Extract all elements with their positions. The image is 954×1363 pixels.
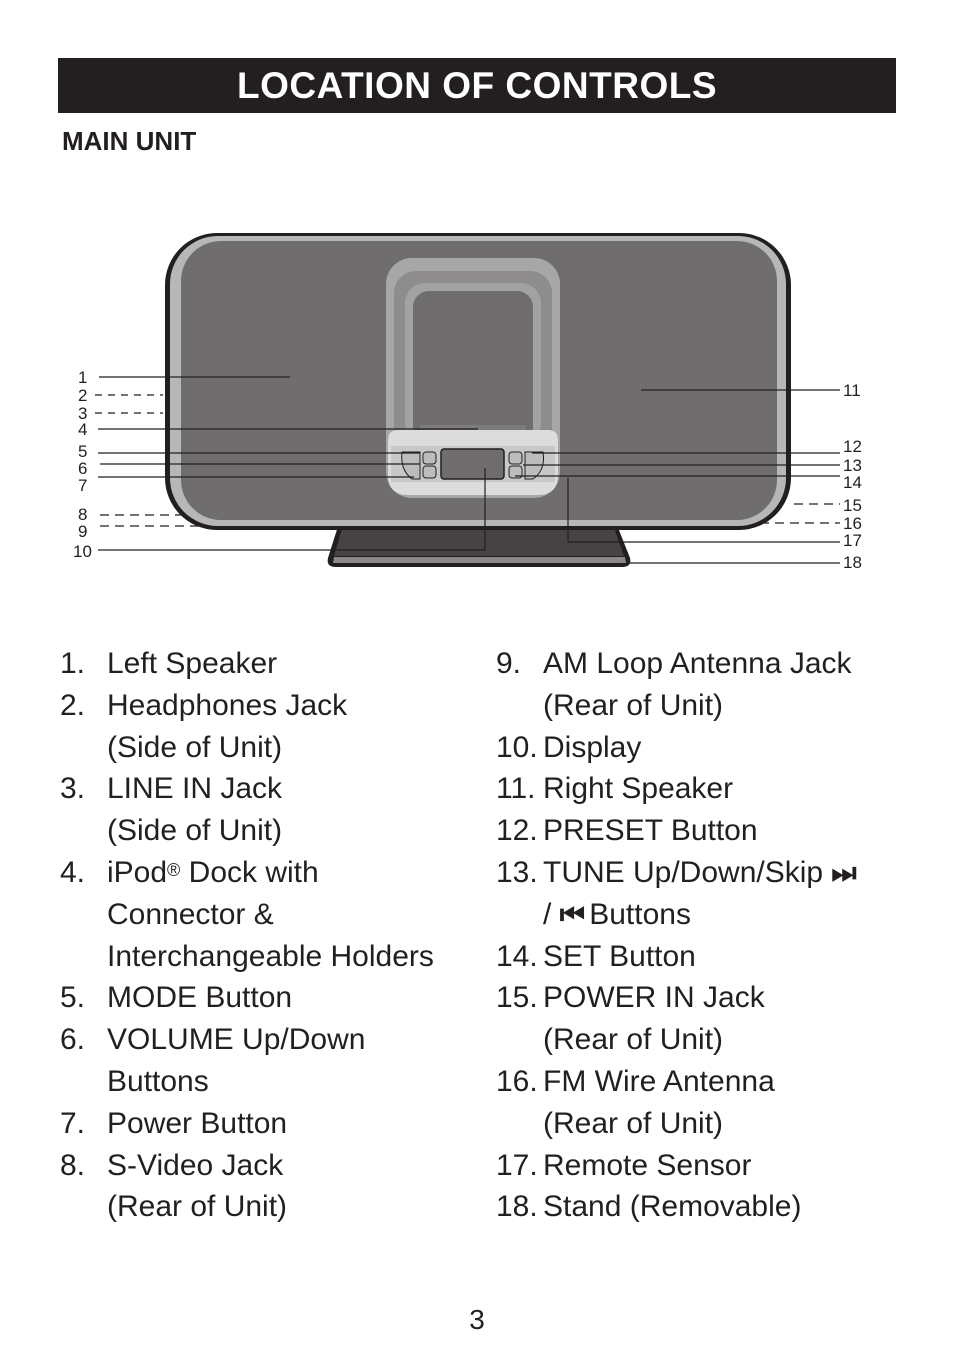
- list-item: 3. LINE IN Jack (Side of Unit): [60, 768, 480, 852]
- callout-9: 9: [78, 522, 87, 541]
- item-sublabel: (Rear of Unit): [543, 1106, 724, 1140]
- section-heading: MAIN UNIT: [62, 126, 197, 156]
- item-number: 6.: [60, 1023, 86, 1057]
- skip-next-icon: ⏭: [831, 856, 856, 888]
- list-item: 7. Power Button: [60, 1103, 480, 1145]
- callout-12: 12: [843, 437, 862, 456]
- item-label: PRESET Button: [543, 814, 758, 848]
- item-number: 2.: [60, 688, 86, 722]
- item-label: Power Button: [107, 1106, 288, 1140]
- list-item: 16. FM Wire Antenna (Rear of Unit): [496, 1061, 916, 1145]
- item-sublabel: (Rear of Unit): [543, 1023, 724, 1057]
- item-number: 5.: [60, 981, 86, 1015]
- list-item: 13. TUNE Up/Down/Skip ⏭ / ⏮ Buttons: [496, 852, 916, 936]
- page-title-bar: LOCATION OF CONTROLS: [58, 58, 896, 113]
- item-label-cont: Buttons: [107, 1064, 209, 1098]
- item-label-cont: / ⏮ Buttons: [543, 894, 916, 936]
- item-label: POWER IN Jack: [543, 981, 765, 1015]
- list-item: 12. PRESET Button: [496, 810, 916, 852]
- item-number: 3.: [60, 772, 86, 806]
- item-label: Right Speaker: [543, 772, 734, 806]
- tune-text: TUNE Up/Down/Skip: [543, 855, 824, 889]
- callout-14: 14: [843, 473, 862, 492]
- volume-down-button[interactable]: [422, 465, 437, 479]
- item-label: TUNE Up/Down/Skip ⏭: [543, 852, 916, 894]
- registered-mark: ®: [167, 859, 181, 880]
- item-label: S-Video Jack: [107, 1148, 284, 1182]
- display-screen[interactable]: [440, 448, 505, 480]
- callout-4: 4: [78, 420, 87, 439]
- callout-10: 10: [73, 542, 92, 561]
- item-label-cont: Connector &: [107, 897, 274, 931]
- item-label: Headphones Jack: [107, 688, 348, 722]
- item-number: 1.: [60, 647, 86, 680]
- list-item: 15. POWER IN Jack (Rear of Unit): [496, 977, 916, 1061]
- list-item: 5. MODE Button: [60, 977, 480, 1019]
- list-item: 8. S-Video Jack (Rear of Unit): [60, 1145, 480, 1229]
- stand-base: [333, 557, 626, 563]
- item-sublabel: (Rear of Unit): [107, 1190, 288, 1224]
- item-label: MODE Button: [107, 981, 293, 1015]
- item-label: iPod® Dock with: [107, 852, 480, 894]
- dock-text: Dock with: [188, 855, 319, 889]
- callout-2: 2: [78, 386, 87, 405]
- list-item: 18. Stand (Removable): [496, 1186, 916, 1228]
- item-sublabel: (Side of Unit): [107, 730, 283, 764]
- main-unit-diagram: 1 2 3 4 5 6 7 8 9 10 11 12 13 14 15 16 1…: [0, 220, 954, 590]
- list-item: 14. SET Button: [496, 936, 916, 978]
- controls-list-left: 1. Left Speaker 2. Headphones Jack (Side…: [60, 643, 480, 1228]
- callout-1: 1: [78, 368, 87, 387]
- item-label: SET Button: [543, 939, 696, 973]
- controls-list-right: 9. AM Loop Antenna Jack (Rear of Unit) 1…: [496, 643, 916, 1228]
- list-item: 1. Left Speaker: [60, 643, 480, 685]
- slash-text: /: [543, 897, 552, 931]
- page-title: LOCATION OF CONTROLS: [237, 64, 717, 106]
- callout-18: 18: [843, 553, 862, 572]
- list-item: 10. Display: [496, 727, 916, 769]
- item-number: 16.: [496, 1064, 538, 1098]
- list-item: 6. VOLUME Up/Down Buttons: [60, 1019, 480, 1103]
- item-label: Left Speaker: [107, 647, 278, 680]
- preset-button[interactable]: [508, 451, 523, 465]
- item-number: 8.: [60, 1148, 86, 1182]
- item-label: Stand (Removable): [543, 1190, 802, 1224]
- item-number: 11.: [496, 772, 536, 806]
- buttons-text: Buttons: [589, 897, 691, 931]
- list-item: 17. Remote Sensor: [496, 1145, 916, 1187]
- item-sublabel: (Side of Unit): [107, 814, 283, 848]
- item-label: LINE IN Jack: [107, 772, 283, 806]
- item-sublabel: (Rear of Unit): [543, 688, 724, 722]
- callout-15: 15: [843, 496, 862, 515]
- main-unit-illustration: 1 2 3 4 5 6 7 8 9 10 11 12 13 14 15 16 1…: [73, 233, 862, 572]
- callout-7: 7: [78, 476, 87, 495]
- item-number: 10.: [496, 730, 538, 764]
- callout-17: 17: [843, 531, 862, 550]
- item-number: 13.: [496, 855, 538, 889]
- item-number: 7.: [60, 1106, 86, 1140]
- volume-up-button[interactable]: [422, 451, 437, 465]
- item-label: AM Loop Antenna Jack: [543, 647, 852, 680]
- item-number: 18.: [496, 1190, 538, 1224]
- item-number: 14.: [496, 939, 538, 973]
- item-number: 9.: [496, 647, 522, 680]
- list-item: 2. Headphones Jack (Side of Unit): [60, 685, 480, 769]
- item-number: 4.: [60, 855, 86, 889]
- list-item: 11. Right Speaker: [496, 768, 916, 810]
- page-number: 3: [469, 1304, 485, 1335]
- skip-previous-icon: ⏮: [559, 898, 585, 930]
- callout-11: 11: [843, 381, 861, 400]
- item-label: VOLUME Up/Down: [107, 1023, 366, 1057]
- dock-cavity: [413, 291, 533, 443]
- item-number: 17.: [496, 1148, 538, 1182]
- item-number: 15.: [496, 981, 538, 1015]
- item-label-cont: Interchangeable Holders: [107, 939, 434, 973]
- ipod-text: iPod: [107, 855, 168, 889]
- item-label: Display: [543, 730, 642, 764]
- list-item: 4. iPod® Dock with Connector & Interchan…: [60, 852, 480, 977]
- list-item: 9. AM Loop Antenna Jack (Rear of Unit): [496, 643, 916, 727]
- item-label: Remote Sensor: [543, 1148, 752, 1182]
- item-label: FM Wire Antenna: [543, 1064, 775, 1098]
- item-number: 12.: [496, 814, 538, 848]
